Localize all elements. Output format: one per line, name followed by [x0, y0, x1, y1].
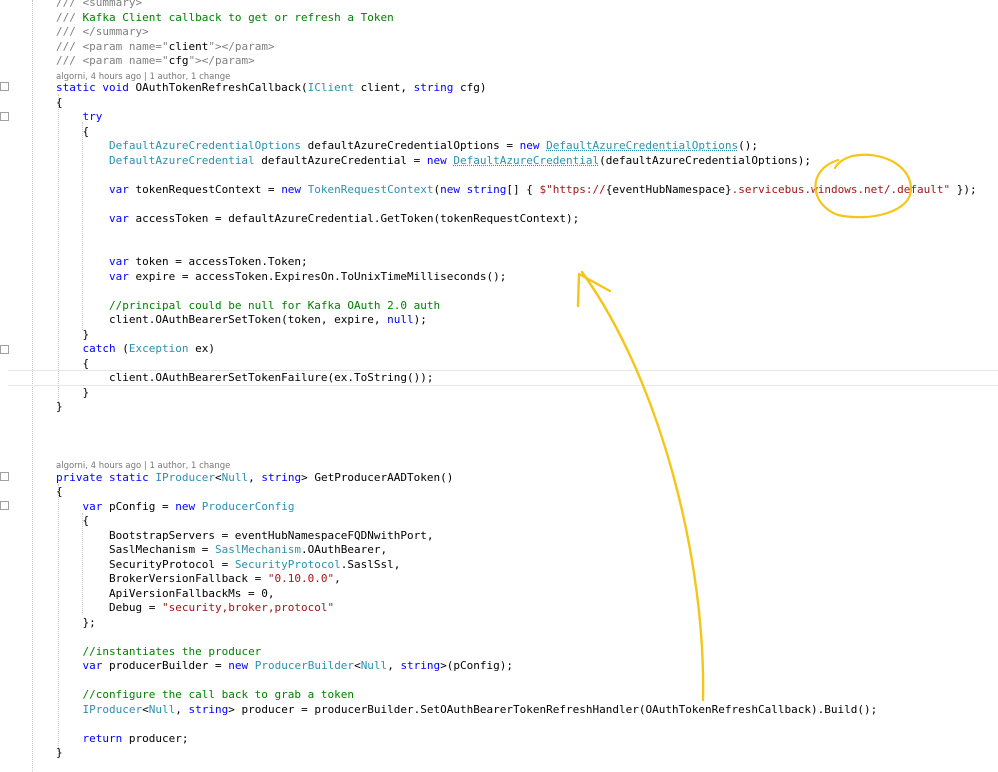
hand-drawn-annotation	[576, 153, 913, 702]
highlight-circle	[814, 153, 913, 219]
arrow-shaft	[580, 270, 705, 702]
code-editor[interactable]: /// <summary>/// Kafka Client callback t…	[0, 0, 998, 772]
